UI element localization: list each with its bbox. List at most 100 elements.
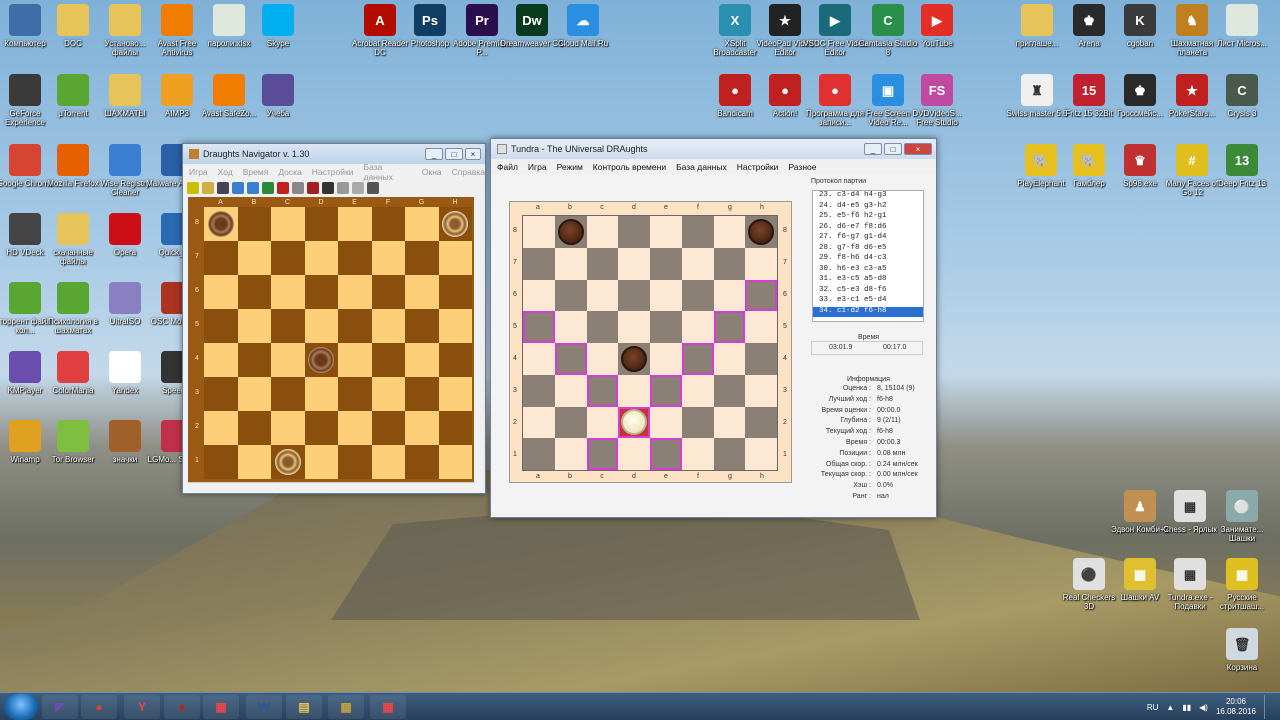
- light-piece[interactable]: [621, 409, 648, 436]
- board-square[interactable]: [271, 411, 305, 445]
- board-square[interactable]: [523, 247, 555, 280]
- move-row[interactable]: 25. e5-f6 h2-g1: [813, 212, 923, 223]
- board-square[interactable]: [713, 438, 746, 470]
- board-square[interactable]: [713, 279, 746, 312]
- folder-icon[interactable]: Учеба: [246, 74, 310, 118]
- board-square[interactable]: [650, 343, 682, 375]
- menu-item-6[interactable]: Разное: [788, 162, 816, 172]
- clock[interactable]: 20:06 16.08.2016: [1216, 697, 1256, 717]
- board-square[interactable]: [523, 343, 555, 375]
- move-row[interactable]: 31. e3-c5 a5-d8: [813, 275, 923, 286]
- skype-icon[interactable]: Skype: [246, 4, 310, 48]
- board-square[interactable]: [204, 207, 238, 241]
- board-square[interactable]: [405, 377, 439, 411]
- board-square[interactable]: [371, 309, 405, 343]
- board-square[interactable]: [204, 343, 238, 377]
- navigator-titlebar[interactable]: Draughts Navigator v. 1.30 _ □ ×: [183, 144, 485, 164]
- move-row[interactable]: 30. h6-e3 c3-a5: [813, 265, 923, 276]
- board-square[interactable]: [745, 438, 777, 470]
- board-square[interactable]: [271, 343, 305, 377]
- board-square[interactable]: [713, 216, 746, 248]
- board-square[interactable]: [523, 311, 555, 343]
- language-indicator[interactable]: RU: [1147, 703, 1159, 712]
- board-square[interactable]: [204, 445, 238, 479]
- board-square[interactable]: [586, 311, 619, 343]
- board-square[interactable]: [554, 406, 587, 439]
- menu-item-0[interactable]: Файл: [497, 162, 518, 172]
- board-square[interactable]: [338, 445, 372, 479]
- board-square[interactable]: [271, 445, 305, 479]
- board-square[interactable]: [438, 309, 472, 343]
- board-square[interactable]: [650, 438, 682, 470]
- menu-item-4[interactable]: Настройки: [312, 167, 354, 177]
- show-desktop-button[interactable]: [1264, 695, 1274, 719]
- settings-icon[interactable]: [337, 181, 349, 194]
- menu-item-6[interactable]: Окна: [422, 167, 442, 177]
- draughts-navigator-window[interactable]: Draughts Navigator v. 1.30 _ □ × Игра Ход…: [182, 143, 486, 494]
- board-square[interactable]: [338, 241, 372, 275]
- board-square[interactable]: [371, 445, 405, 479]
- board-square[interactable]: [371, 411, 405, 445]
- board-square[interactable]: [523, 438, 555, 470]
- menu-item-3[interactable]: Доска: [278, 167, 301, 177]
- dark-piece[interactable]: [621, 345, 648, 372]
- board-square[interactable]: [681, 216, 714, 248]
- board-square[interactable]: [237, 377, 271, 411]
- move-row[interactable]: 34. c1-d2 f6-h8: [813, 306, 923, 317]
- board-square[interactable]: [405, 275, 439, 309]
- board-square[interactable]: [438, 343, 472, 377]
- board-square[interactable]: [618, 247, 650, 280]
- menu-item-1[interactable]: Ход: [218, 167, 233, 177]
- flip-icon[interactable]: [277, 181, 289, 194]
- navigator-taskbar-icon[interactable]: ▦: [328, 695, 364, 719]
- board-square[interactable]: [586, 438, 619, 470]
- horizontal-scrollbar[interactable]: [188, 482, 475, 492]
- board-square[interactable]: [586, 279, 619, 312]
- board-square[interactable]: [745, 216, 777, 248]
- minimize-button[interactable]: _: [425, 148, 443, 160]
- board-square[interactable]: [713, 374, 746, 407]
- board-square[interactable]: [650, 311, 682, 343]
- board-square[interactable]: [237, 411, 271, 445]
- board-square[interactable]: [681, 438, 714, 470]
- board-square[interactable]: [745, 279, 777, 312]
- board-square[interactable]: [271, 377, 305, 411]
- board-square[interactable]: [237, 241, 271, 275]
- board-square[interactable]: [304, 343, 338, 377]
- board-square[interactable]: [237, 445, 271, 479]
- board-square[interactable]: [438, 241, 472, 275]
- board-square[interactable]: [271, 275, 305, 309]
- board-square[interactable]: [338, 309, 372, 343]
- close-button[interactable]: ×: [465, 148, 481, 160]
- board-square[interactable]: [681, 343, 714, 375]
- board-square[interactable]: [237, 309, 271, 343]
- board-square[interactable]: [554, 438, 587, 470]
- board-square[interactable]: [204, 377, 238, 411]
- board-square[interactable]: [204, 411, 238, 445]
- board-square[interactable]: [618, 374, 650, 407]
- board-square[interactable]: [371, 241, 405, 275]
- board-square[interactable]: [523, 406, 555, 439]
- board-square[interactable]: [338, 207, 372, 241]
- start-button[interactable]: [4, 694, 38, 720]
- board-square[interactable]: [304, 309, 338, 343]
- menu-item-2[interactable]: Режим: [557, 162, 583, 172]
- cloud-icon[interactable]: ☁ Cloud Mail.Ru: [551, 4, 615, 48]
- dark-piece[interactable]: [748, 218, 775, 245]
- board-square[interactable]: [681, 406, 714, 439]
- light-piece[interactable]: [442, 211, 469, 237]
- board-square[interactable]: [586, 374, 619, 407]
- board-square[interactable]: [586, 216, 619, 248]
- dark-piece[interactable]: [308, 347, 335, 373]
- window-icon[interactable]: [352, 181, 364, 194]
- chrome-taskbar-icon[interactable]: ●: [81, 695, 117, 719]
- menu-item-1[interactable]: Игра: [528, 162, 547, 172]
- board-square[interactable]: [523, 216, 555, 248]
- board-square[interactable]: [204, 241, 238, 275]
- word-taskbar-icon[interactable]: W: [246, 695, 282, 719]
- board-square[interactable]: [338, 343, 372, 377]
- board-square[interactable]: [713, 247, 746, 280]
- excel-sheet-icon[interactable]: Лист Micros...: [1210, 4, 1274, 48]
- board-square[interactable]: [338, 411, 372, 445]
- crysis-icon[interactable]: C Crysis 3: [1210, 74, 1274, 118]
